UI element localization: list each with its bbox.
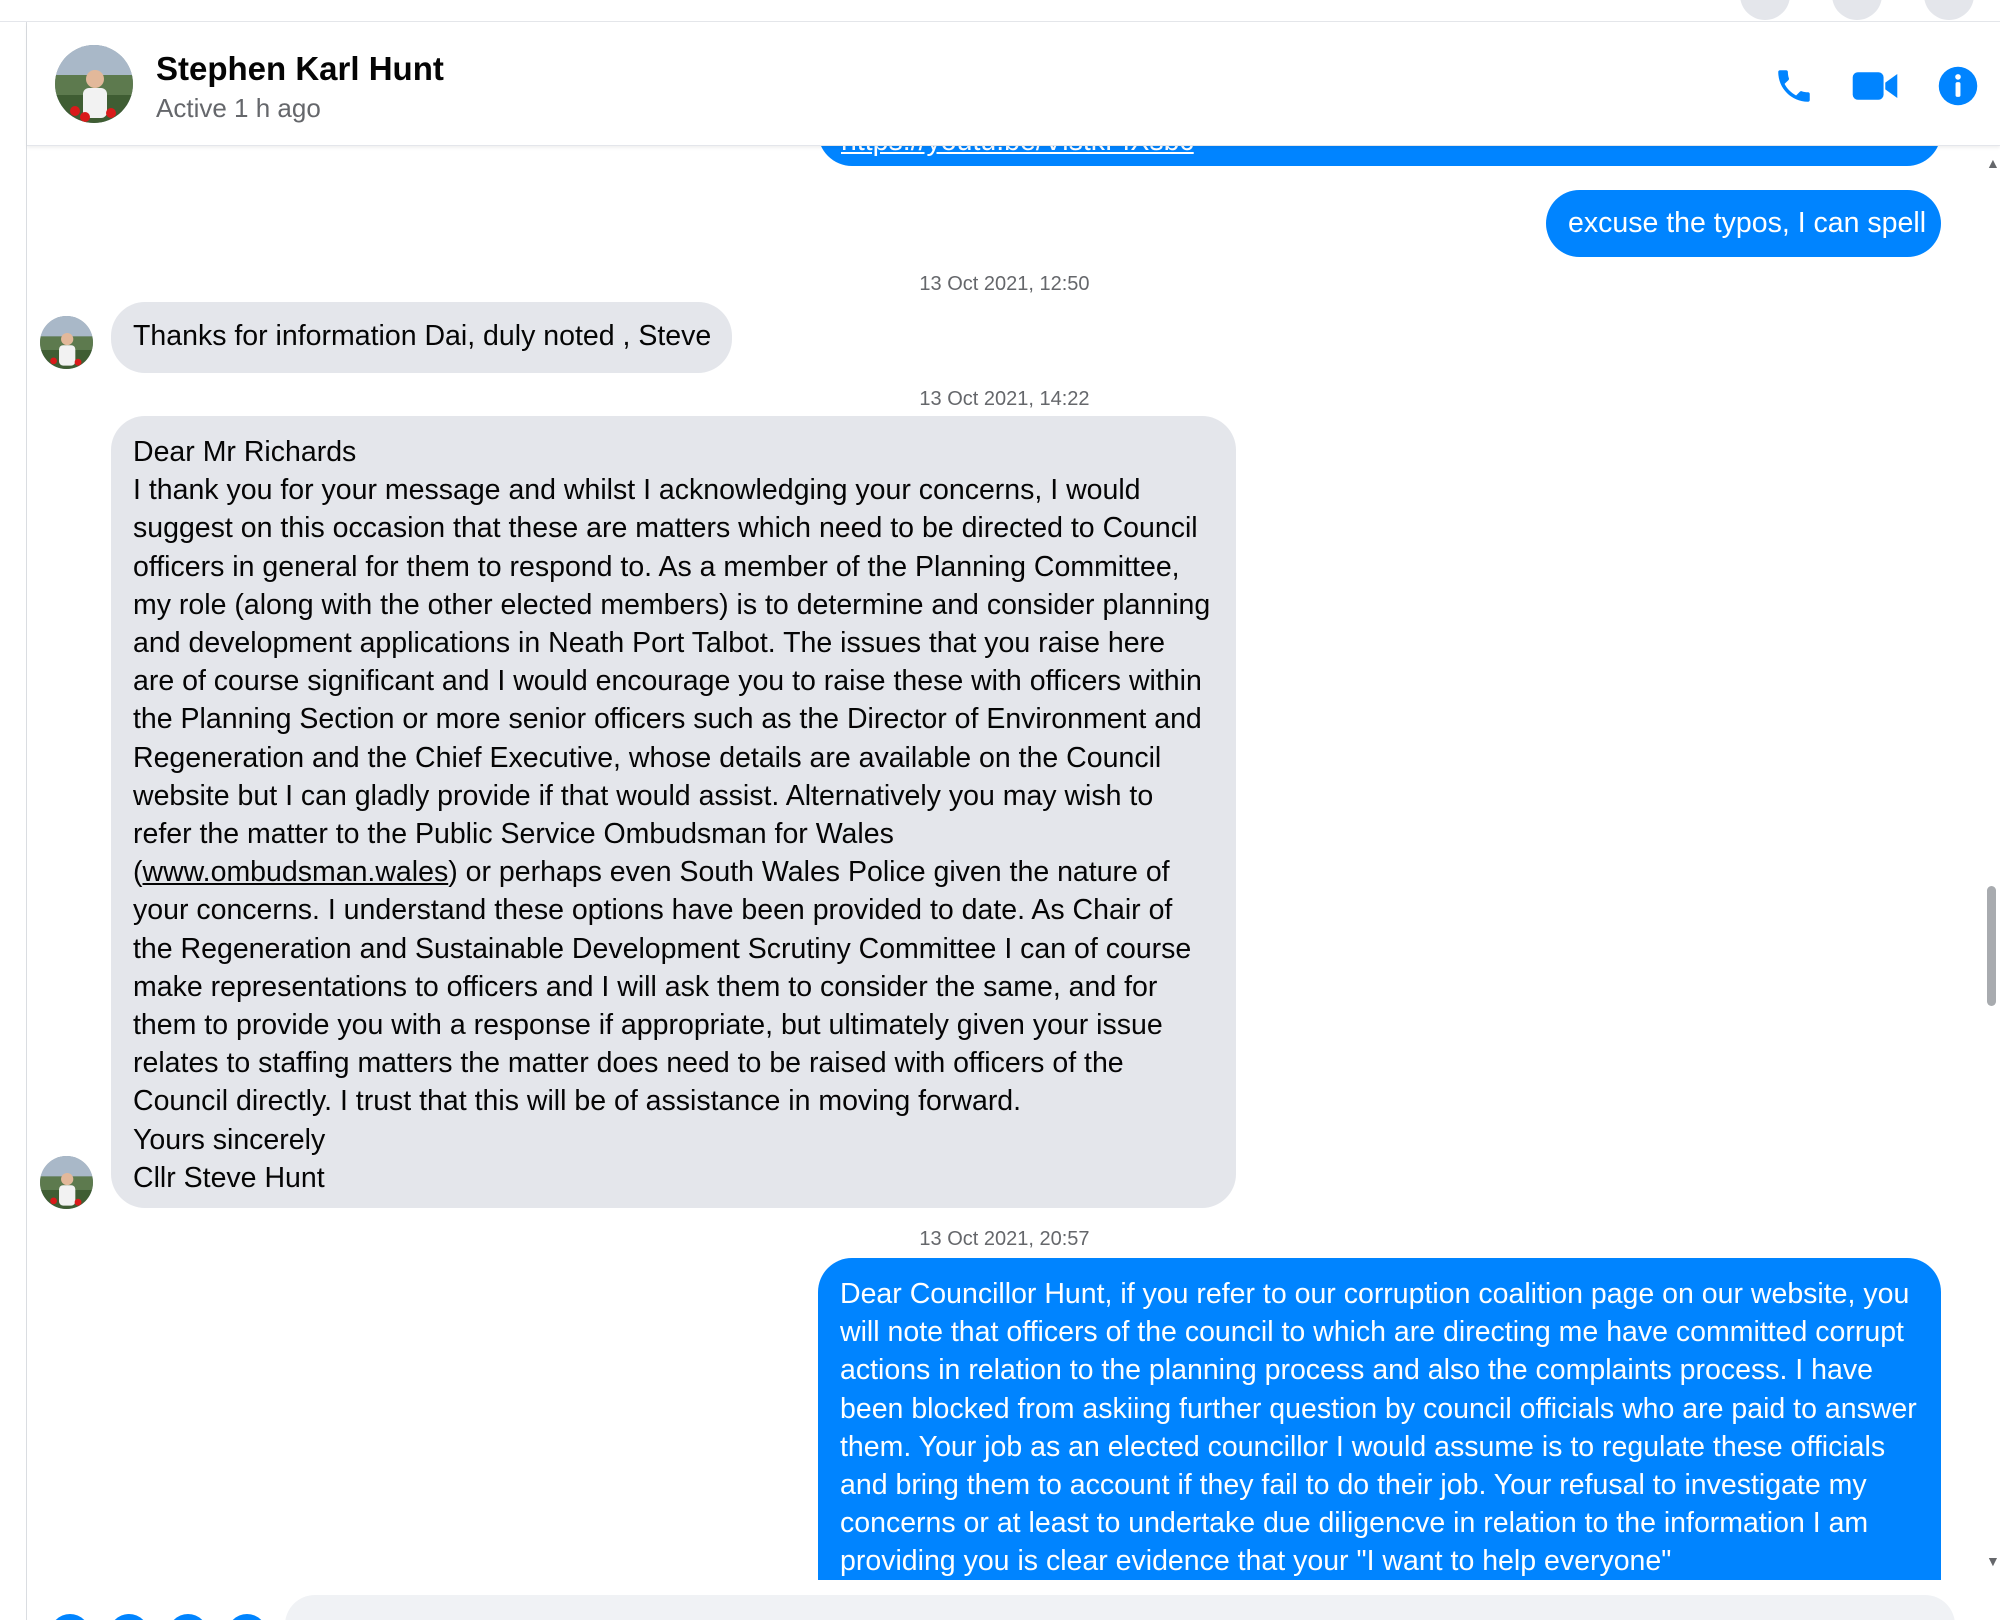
message-input[interactable] <box>285 1595 1955 1620</box>
contact-avatar[interactable] <box>55 45 133 123</box>
gif-icon[interactable] <box>227 1614 267 1620</box>
message-text: I thank you for your message and whilst … <box>133 474 1211 1118</box>
message-text: excuse the typos, I can spell <box>1568 207 1927 239</box>
contact-status: Active 1 h ago <box>156 93 321 123</box>
incoming-message-bubble[interactable]: Dear Mr Richards I thank you for your me… <box>111 416 1236 1208</box>
message-thread[interactable]: https://youtu.be/VistkFfXsbc excuse the … <box>27 146 1982 1580</box>
incoming-message-bubble[interactable]: Thanks for information Dai, duly noted ,… <box>111 302 732 373</box>
outgoing-message-bubble[interactable]: Dear Councillor Hunt, if you refer to ou… <box>818 1258 1941 1580</box>
phone-icon[interactable] <box>1768 60 1820 112</box>
sender-avatar[interactable] <box>40 316 93 369</box>
sender-avatar[interactable] <box>40 1156 93 1209</box>
message-timestamp: 13 Oct 2021, 20:57 <box>919 1228 1090 1250</box>
thread-scrollbar[interactable]: ▲ ▼ <box>1982 146 2000 1580</box>
top-action-button[interactable] <box>1740 0 1790 20</box>
top-action-button[interactable] <box>1832 0 1882 20</box>
scroll-up-arrow[interactable]: ▲ <box>1986 156 2000 170</box>
message-timestamp: 13 Oct 2021, 12:50 <box>919 273 1090 295</box>
outgoing-message-bubble[interactable]: https://youtu.be/VistkFfXsbc <box>818 146 1941 166</box>
sticker-icon[interactable] <box>168 1614 208 1620</box>
photo-icon[interactable] <box>109 1614 149 1620</box>
scroll-down-arrow[interactable]: ▼ <box>1986 1554 2000 1568</box>
contact-name[interactable]: Stephen Karl Hunt <box>156 50 444 88</box>
message-composer <box>27 1580 1982 1620</box>
top-strip <box>0 0 2000 22</box>
message-link[interactable]: www.ombudsman.wales <box>143 856 449 888</box>
scrollbar-thumb[interactable] <box>1987 886 1996 1006</box>
video-camera-icon[interactable] <box>1849 60 1901 112</box>
outgoing-message-bubble[interactable]: excuse the typos, I can spell <box>1546 190 1941 257</box>
conversation-header: Stephen Karl Hunt Active 1 h ago <box>27 22 2000 146</box>
more-actions-icon[interactable] <box>50 1614 90 1620</box>
message-greeting: Dear Mr Richards <box>133 436 357 468</box>
message-signature: Cllr Steve Hunt <box>133 1161 325 1194</box>
message-text: Thanks for information Dai, duly noted ,… <box>133 320 712 352</box>
message-link[interactable]: https://youtu.be/VistkFfXsbc <box>841 146 1194 160</box>
top-action-button[interactable] <box>1924 0 1974 20</box>
message-text: Dear Councillor Hunt, if you refer to ou… <box>840 1278 1917 1578</box>
message-timestamp: 13 Oct 2021, 14:22 <box>919 388 1090 410</box>
message-closing: Yours sincerely <box>133 1123 326 1156</box>
info-icon[interactable] <box>1932 60 1984 112</box>
